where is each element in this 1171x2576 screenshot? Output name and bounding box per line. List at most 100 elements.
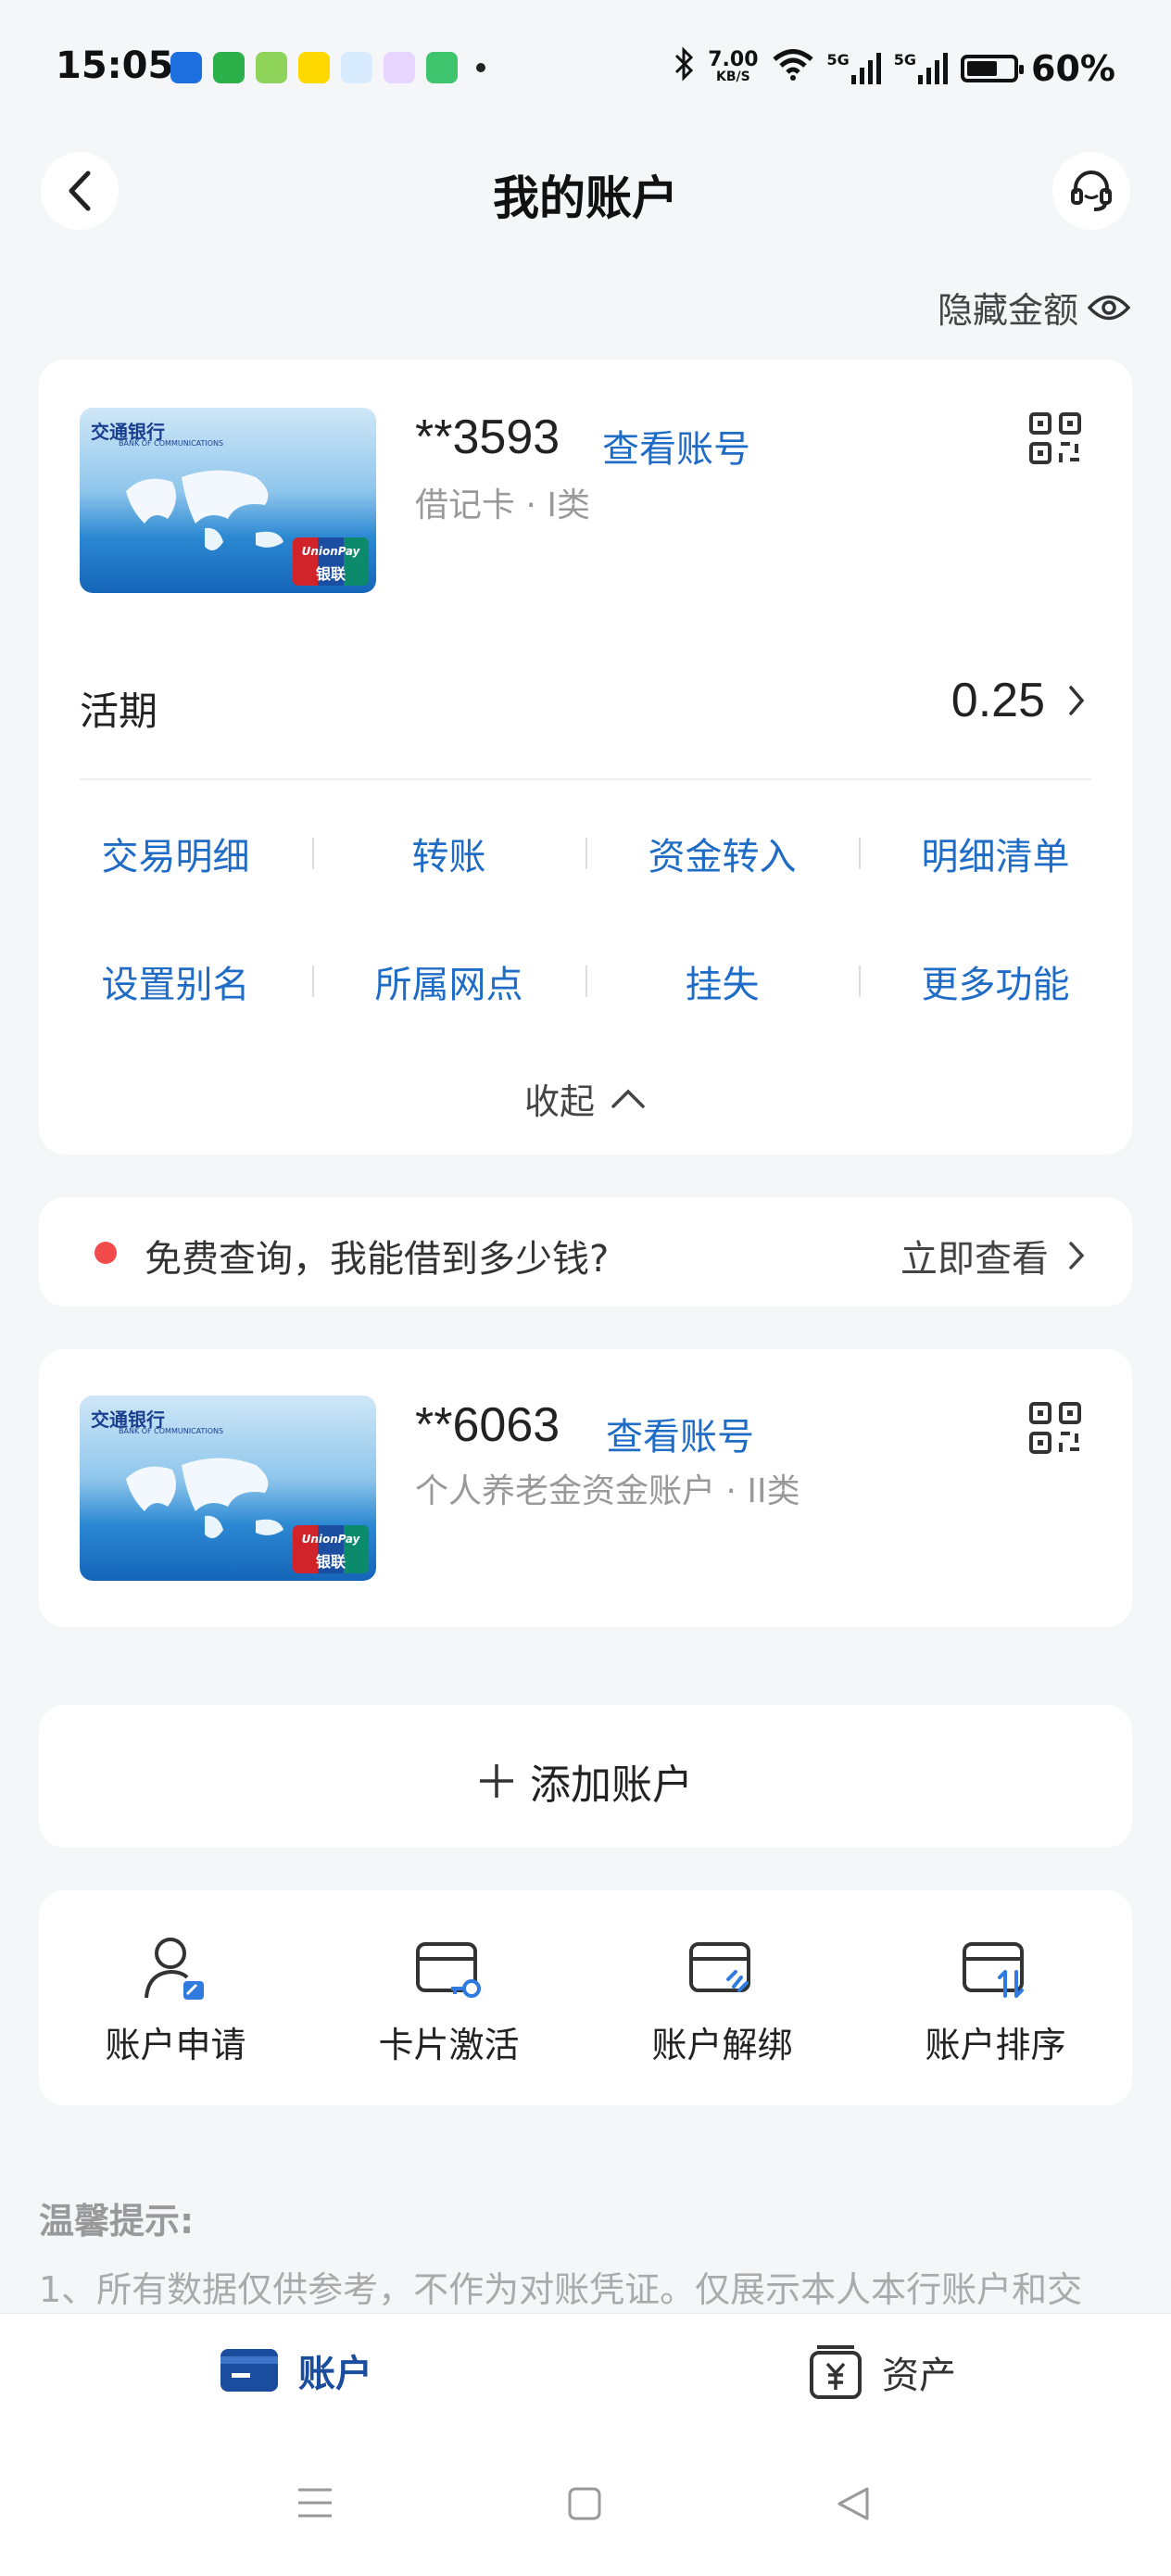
action-transaction-details[interactable]: 交易明细 <box>39 827 312 880</box>
action-statement[interactable]: 明细清单 <box>859 827 1132 880</box>
app-notification-icon <box>341 52 372 83</box>
tool-label: 账户解绑 <box>651 2025 793 2065</box>
balance-row[interactable]: 0.25 <box>951 673 1086 728</box>
qr-code-icon <box>1029 1402 1081 1454</box>
nav-tab-label: 账户 <box>298 2353 372 2395</box>
world-map-icon <box>126 470 283 550</box>
red-dot-icon <box>94 1242 117 1264</box>
signal-icon: 5G <box>894 52 949 84</box>
app-notification-icon <box>298 52 330 83</box>
bank-logo-en: BANK OF COMMUNICATIONS <box>119 439 224 448</box>
account-type: 个人养老金资金账户 · II类 <box>415 1472 800 1510</box>
account-actions-row-2: 设置别名 所属网点 挂失 更多功能 <box>39 954 1132 1008</box>
back-nav-button[interactable] <box>836 2486 871 2525</box>
account-number: **3593 <box>415 410 560 464</box>
action-fund-in[interactable]: 资金转入 <box>586 827 859 880</box>
account-tools: 账户申请 卡片激活 账户解绑 账户排序 <box>39 1890 1132 2105</box>
unionpay-logo: UnionPay 银联 <box>293 1525 369 1573</box>
qr-code-button[interactable] <box>1028 411 1082 469</box>
battery-icon <box>961 54 1025 82</box>
promo-link[interactable]: 立即查看 <box>900 1229 1086 1282</box>
tool-card-activate[interactable]: 卡片激活 <box>312 1935 586 2067</box>
menu-button[interactable] <box>296 2486 334 2523</box>
status-bar: 15:05 7.00 KB/S 5G 5G 60% <box>0 0 1171 139</box>
account-number: **6063 <box>415 1398 560 1452</box>
hide-amount-label: 隐藏金额 <box>937 290 1078 331</box>
nav-tab-accounts[interactable]: 账户 <box>219 2343 372 2397</box>
app-notification-icon <box>426 52 458 83</box>
wifi-icon <box>772 48 814 89</box>
status-time: 15:05 <box>56 44 174 87</box>
unionpay-logo: UnionPay 银联 <box>293 537 369 586</box>
home-button[interactable] <box>567 2486 602 2525</box>
bottom-nav: 账户 资产 <box>0 2313 1171 2576</box>
tool-label: 卡片激活 <box>378 2025 520 2065</box>
battery-percent: 60% <box>1031 47 1115 89</box>
app-notification-icon <box>384 52 415 83</box>
bank-card-image[interactable]: 交通银行 BANK OF COMMUNICATIONS UnionPay 银联 <box>80 1395 376 1581</box>
action-transfer[interactable]: 转账 <box>312 827 586 880</box>
add-account-content: 添加账户 <box>39 1751 1132 1811</box>
promo-text: 免费查询，我能借到多少钱? <box>145 1238 610 1281</box>
balance-label: 活期 <box>80 688 158 734</box>
action-more[interactable]: 更多功能 <box>859 954 1132 1008</box>
app-notification-icon <box>256 52 287 83</box>
promo-link-label: 立即查看 <box>900 1238 1049 1281</box>
headset-icon <box>1071 170 1112 211</box>
tool-label: 账户排序 <box>925 2025 1066 2065</box>
card-unlink-icon <box>688 1942 750 1992</box>
card-sort-icon <box>962 1942 1024 1998</box>
tool-label: 账户申请 <box>105 2025 246 2065</box>
action-branch[interactable]: 所属网点 <box>312 954 586 1008</box>
yuan-box-icon <box>810 2345 862 2399</box>
action-set-alias[interactable]: 设置别名 <box>39 954 312 1008</box>
bank-card-image[interactable]: 交通银行 BANK OF COMMUNICATIONS UnionPay 银联 <box>80 408 376 593</box>
menu-icon <box>298 2488 332 2518</box>
world-map-icon <box>126 1458 283 1538</box>
add-account-button[interactable]: 添加账户 <box>39 1705 1132 1848</box>
view-account-link[interactable]: 查看账号 <box>606 1407 754 1460</box>
nav-tab-label: 资产 <box>882 2355 956 2397</box>
home-square-icon <box>568 2487 601 2520</box>
account-card-primary: 交通银行 BANK OF COMMUNICATIONS UnionPay 银联 … <box>39 360 1132 1155</box>
divider <box>80 778 1091 780</box>
qr-code-icon <box>1029 412 1081 464</box>
network-speed: 7.00 KB/S <box>708 47 759 84</box>
eye-icon <box>1088 295 1130 320</box>
customer-service-button[interactable] <box>1052 152 1130 230</box>
tips-title: 温馨提示: <box>39 2201 195 2241</box>
page-title: 我的账户 <box>493 171 678 225</box>
qr-code-button[interactable] <box>1028 1401 1082 1458</box>
account-type: 借记卡 · I类 <box>415 486 590 524</box>
signal-icon: 5G <box>827 52 881 84</box>
app-notification-icon <box>213 52 245 83</box>
add-account-label: 添加账户 <box>530 1762 693 1809</box>
tool-account-unbind[interactable]: 账户解绑 <box>586 1935 859 2067</box>
plus-icon <box>480 1764 513 1798</box>
tool-account-apply[interactable]: 账户申请 <box>39 1935 312 2067</box>
nav-tab-assets[interactable]: 资产 <box>808 2343 956 2401</box>
chevron-right-icon <box>1069 1242 1085 1269</box>
tool-account-sort[interactable]: 账户排序 <box>859 1935 1132 2067</box>
wallet-card-icon <box>220 2349 278 2392</box>
collapse-label: 收起 <box>523 1081 595 1122</box>
chevron-right-icon <box>1069 686 1085 715</box>
account-actions-row-1: 交易明细 转账 资金转入 明细清单 <box>39 827 1132 880</box>
more-notifications-icon <box>476 63 485 72</box>
promo-banner[interactable]: 免费查询，我能借到多少钱? 立即查看 <box>39 1197 1132 1307</box>
action-report-loss[interactable]: 挂失 <box>586 954 859 1008</box>
back-triangle-icon <box>837 2487 869 2520</box>
bluetooth-icon <box>674 46 695 90</box>
chevron-up-icon <box>611 1089 645 1108</box>
person-edit-icon <box>144 1938 204 2000</box>
collapse-button[interactable]: 收起 <box>39 1073 1132 1124</box>
view-account-link[interactable]: 查看账号 <box>602 419 750 473</box>
account-card-pension: 交通银行 BANK OF COMMUNICATIONS UnionPay 银联 … <box>39 1349 1132 1627</box>
app-notification-icon <box>170 52 202 83</box>
status-right: 7.00 KB/S 5G 5G 60% <box>674 46 1115 90</box>
tips-text: 1、所有数据仅供参考，不作为对账凭证。仅展示本人本行账户和交 <box>39 2269 1083 2310</box>
bank-logo-en: BANK OF COMMUNICATIONS <box>119 1427 224 1435</box>
card-key-icon <box>415 1942 481 1998</box>
balance-value: 0.25 <box>951 674 1045 727</box>
hide-amount-toggle[interactable]: 隐藏金额 <box>938 282 1130 333</box>
